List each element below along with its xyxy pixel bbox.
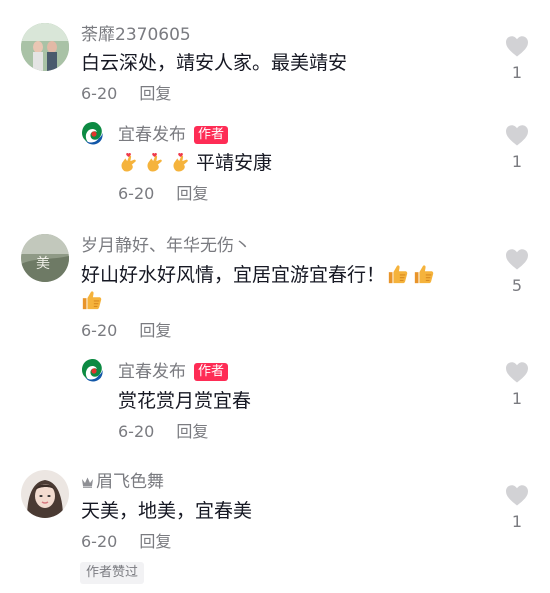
comment-date: 6-20 [81, 84, 118, 103]
author-liked-tag: 作者赞过 [80, 562, 145, 584]
comment-date: 6-20 [81, 532, 118, 551]
reply-button[interactable]: 回复 [176, 422, 208, 441]
comment-meta: 6-20 回复 [81, 321, 171, 341]
yichun-logo-icon [82, 122, 103, 145]
comment-meta: 6-20 回复 [81, 532, 171, 552]
reply-username[interactable]: 宜春发布 [118, 125, 186, 145]
like-button[interactable]: 1 [497, 484, 537, 532]
yichun-logo-icon [82, 359, 103, 382]
reply-username-row: 宜春发布 作者 [118, 361, 229, 383]
like-button[interactable]: 5 [497, 248, 537, 296]
comment-username[interactable]: 眉飞色舞 [96, 472, 164, 492]
reply-text-row: 平靖安康 [118, 150, 272, 176]
reply-username[interactable]: 宜春发布 [118, 362, 186, 382]
thumbs-up-icon [413, 263, 435, 285]
like-count: 5 [511, 276, 523, 295]
comment-text: 白云深处，靖安人家。最美靖安 [81, 52, 348, 74]
reply-text: 赏花赏月赏宜春 [118, 390, 252, 412]
finger-heart-icon [170, 151, 192, 173]
reply-text: 平靖安康 [196, 152, 273, 174]
reply-avatar[interactable] [80, 120, 106, 146]
comment-text-row-2 [81, 289, 107, 311]
finger-heart-icon [144, 151, 166, 173]
heart-icon [505, 248, 529, 270]
crown-icon [82, 477, 93, 488]
reply-date: 6-20 [118, 184, 155, 203]
reply-meta: 6-20 回复 [118, 184, 208, 204]
heart-icon [505, 124, 529, 146]
like-count: 1 [511, 152, 523, 171]
comment-username-row: 眉飞色舞 [81, 471, 164, 493]
thumbs-up-icon [81, 289, 103, 311]
comment-text: 好山好水好风情，宜居宜游宜春行！ [81, 264, 386, 286]
finger-heart-icon [118, 151, 140, 173]
author-badge: 作者 [194, 126, 229, 144]
avatar[interactable]: 美 [21, 234, 69, 282]
heart-icon [505, 35, 529, 57]
avatar[interactable] [21, 470, 69, 518]
like-button[interactable]: 1 [497, 124, 537, 172]
svg-text:美: 美 [36, 256, 50, 272]
like-button[interactable]: 1 [497, 35, 537, 83]
avatar-image [21, 470, 69, 518]
reply-avatar[interactable] [80, 357, 106, 383]
avatar[interactable] [21, 23, 69, 71]
reply-button[interactable]: 回复 [139, 532, 171, 551]
comment-username[interactable]: 荼靡2370605 [81, 24, 191, 46]
heart-icon [505, 361, 529, 383]
like-count: 1 [511, 63, 523, 82]
comment-meta: 6-20 回复 [81, 84, 171, 104]
thumbs-up-icon [387, 263, 409, 285]
avatar-image: 美 [21, 234, 69, 282]
comment-date: 6-20 [81, 321, 118, 340]
like-count: 1 [511, 389, 523, 408]
like-button[interactable]: 1 [497, 361, 537, 409]
reply-button[interactable]: 回复 [176, 184, 208, 203]
reply-meta: 6-20 回复 [118, 422, 208, 442]
like-count: 1 [511, 512, 523, 531]
reply-button[interactable]: 回复 [139, 84, 171, 103]
reply-username-row: 宜春发布 作者 [118, 124, 229, 146]
avatar-image [21, 23, 69, 71]
comment-text: 天美，地美，宜春美 [81, 500, 253, 522]
comment-username[interactable]: 岁月静好、年华无伤丶 [81, 235, 251, 257]
comment-text-row: 好山好水好风情，宜居宜游宜春行！ [81, 262, 439, 288]
author-badge: 作者 [194, 363, 229, 381]
reply-button[interactable]: 回复 [139, 321, 171, 340]
reply-date: 6-20 [118, 422, 155, 441]
heart-icon [505, 484, 529, 506]
